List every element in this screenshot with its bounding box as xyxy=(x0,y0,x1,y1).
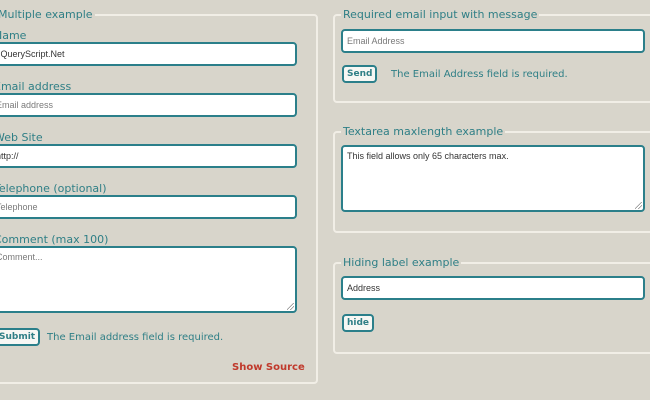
multiple-error-message: The Email address field is required. xyxy=(47,332,224,343)
required-email-legend: Required email input with message xyxy=(341,7,540,23)
required-email-error-message: The Email Address field is required. xyxy=(391,69,568,80)
address-input[interactable]: Address xyxy=(341,276,645,300)
multiple-example-legend: Multiple example xyxy=(0,7,95,23)
resize-grip-icon[interactable] xyxy=(635,202,642,209)
send-button[interactable]: Send xyxy=(342,65,378,83)
comment-placeholder: Comment... xyxy=(0,252,43,262)
maxlength-textarea-value: This field allows only 65 characters max… xyxy=(347,151,509,161)
required-email-input[interactable]: Email Address xyxy=(341,29,645,53)
required-email-fieldset: Required email input with message xyxy=(333,7,650,103)
hide-button[interactable]: hide xyxy=(342,314,375,332)
telephone-label: Telephone (optional) xyxy=(0,182,107,195)
hiding-label-legend: Hiding label example xyxy=(341,255,462,271)
show-source-link[interactable]: Show Source xyxy=(232,361,305,375)
email-input[interactable]: Email address xyxy=(0,93,297,117)
comment-textarea[interactable]: Comment... xyxy=(0,246,297,313)
comment-label: Comment (max 100) xyxy=(0,233,109,246)
website-input[interactable]: http:// xyxy=(0,144,297,168)
telephone-input[interactable]: Telephone xyxy=(0,195,297,219)
name-input[interactable]: JQueryScript.Net xyxy=(0,42,297,66)
textarea-maxlength-legend: Textarea maxlength example xyxy=(341,124,506,140)
website-label: Web Site xyxy=(0,131,43,144)
email-label: Email address xyxy=(0,80,72,93)
name-label: Name xyxy=(0,29,27,42)
resize-grip-icon[interactable] xyxy=(287,303,294,310)
submit-button[interactable]: Submit xyxy=(0,328,41,346)
maxlength-textarea[interactable]: This field allows only 65 characters max… xyxy=(341,145,645,212)
